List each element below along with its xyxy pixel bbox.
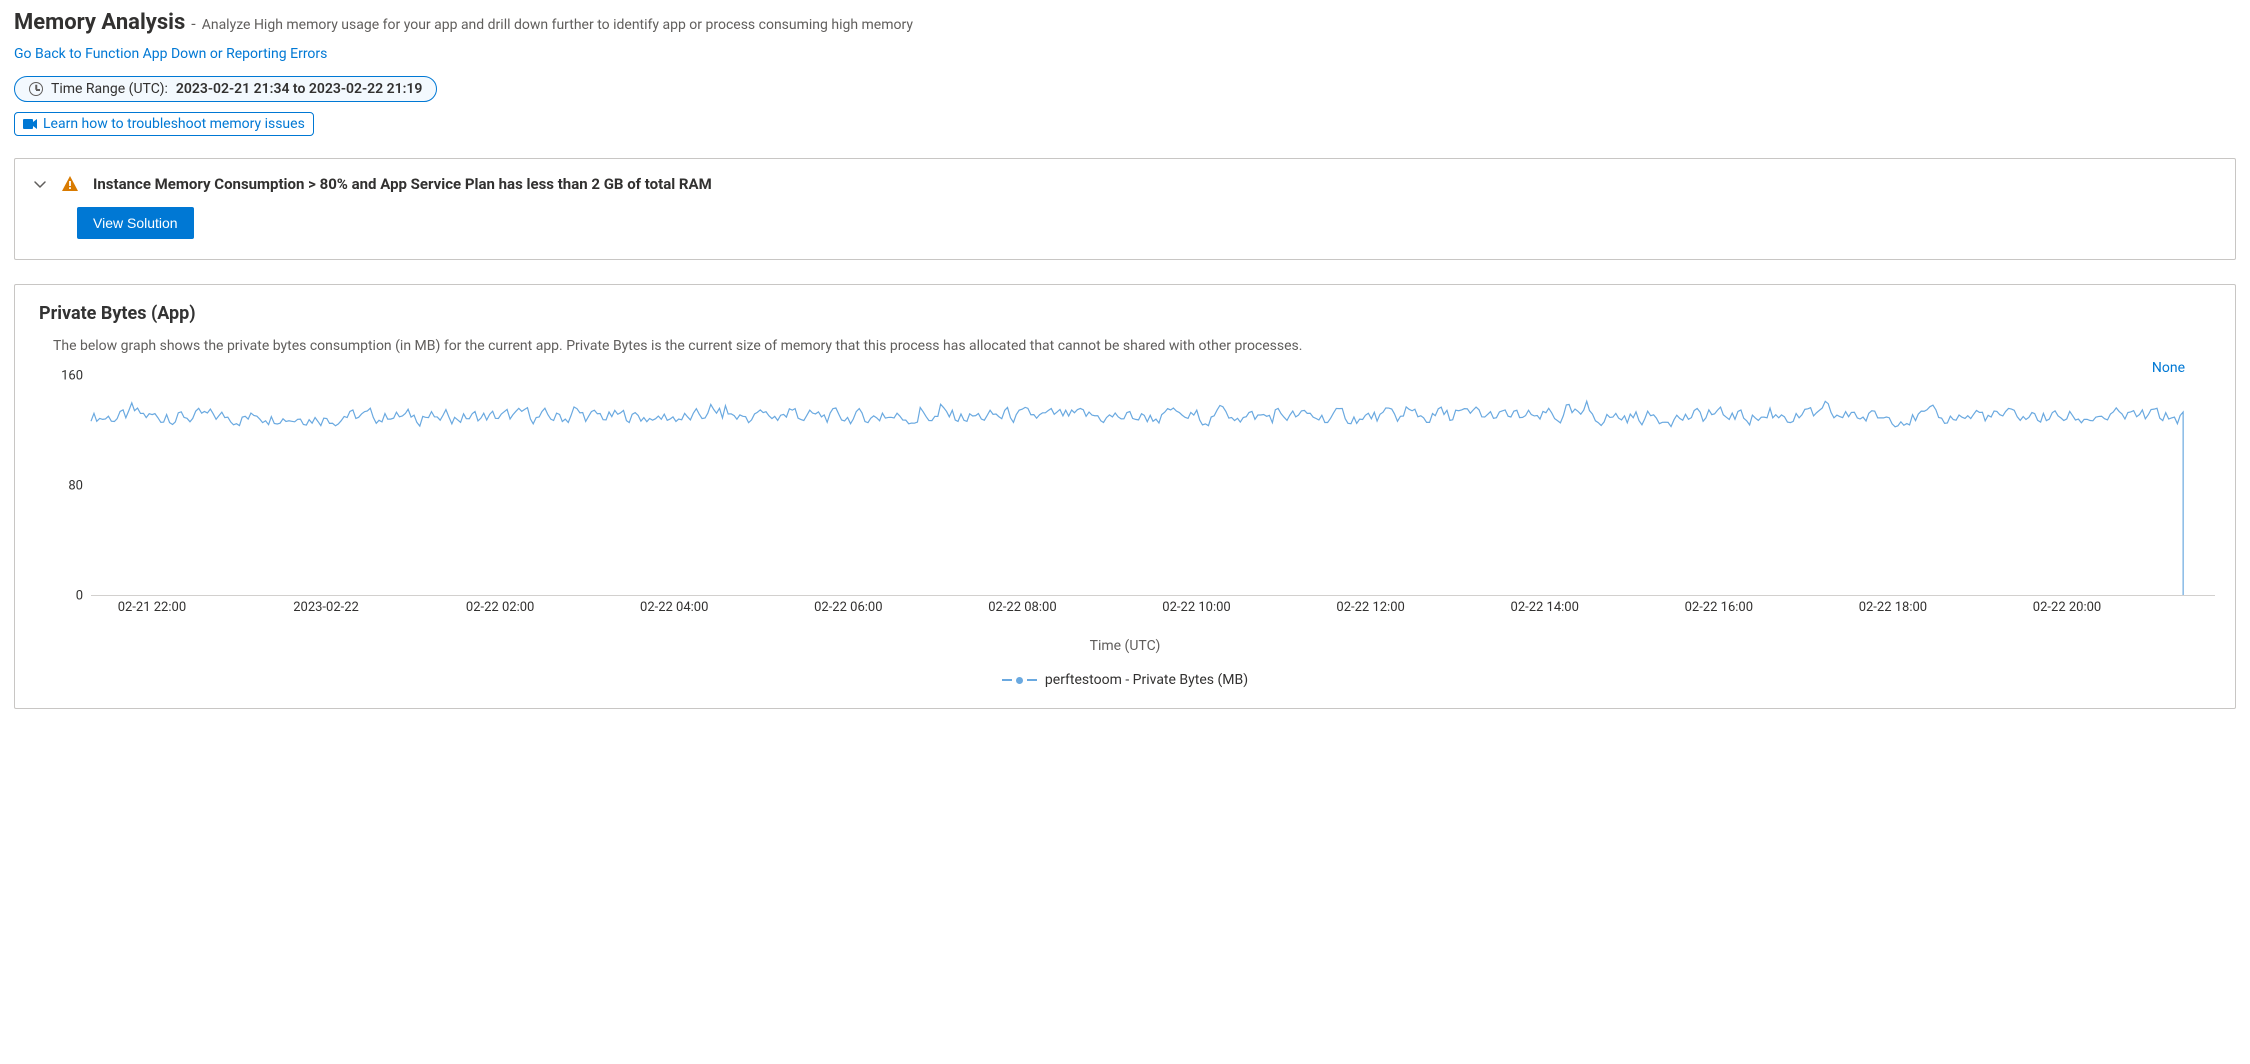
y-tick: 160 (61, 369, 83, 384)
page-header: Memory Analysis - Analyze High memory us… (14, 10, 2236, 35)
video-icon (23, 118, 37, 130)
x-tick: 02-22 08:00 (988, 600, 1056, 615)
chevron-down-icon[interactable] (33, 177, 47, 191)
alert-text: Instance Memory Consumption > 80% and Ap… (93, 175, 712, 193)
learn-link-label: Learn how to troubleshoot memory issues (43, 116, 305, 132)
x-tick: 02-22 10:00 (1162, 600, 1230, 615)
x-tick: 02-21 22:00 (118, 600, 186, 615)
x-tick: 2023-02-22 (293, 600, 359, 615)
chart-series-line (91, 401, 2183, 595)
x-tick: 02-22 18:00 (1859, 600, 1927, 615)
time-range-value: 2023-02-21 21:34 to 2023-02-22 21:19 (176, 81, 423, 97)
x-tick: 02-22 02:00 (466, 600, 534, 615)
chart-legend-label: perftestoom - Private Bytes (MB) (1045, 672, 1248, 688)
title-separator: - (191, 14, 195, 33)
x-tick: 02-22 14:00 (1511, 600, 1579, 615)
x-tick: 02-22 20:00 (2033, 600, 2101, 615)
view-solution-button[interactable]: View Solution (77, 207, 194, 239)
y-tick: 80 (68, 479, 83, 494)
chart-plot: 080160 (35, 376, 2215, 596)
x-tick: 02-22 06:00 (814, 600, 882, 615)
chart-x-axis: 02-21 22:00 2023-02-22 02-22 02:00 02-22 04… (91, 596, 2215, 636)
chart-title: Private Bytes (App) (39, 303, 2215, 324)
back-link[interactable]: Go Back to Function App Down or Reportin… (14, 46, 327, 62)
legend-marker-icon (1002, 677, 1037, 684)
time-range-selector[interactable]: Time Range (UTC): 2023-02-21 21:34 to 20… (14, 76, 437, 102)
chart-y-axis: 080160 (35, 376, 91, 596)
chart-panel: Private Bytes (App) The below graph show… (14, 284, 2236, 709)
page-subtitle: Analyze High memory usage for your app a… (202, 17, 913, 33)
time-range-label: Time Range (UTC): (51, 81, 168, 97)
x-tick: 02-22 12:00 (1336, 600, 1404, 615)
learn-link[interactable]: Learn how to troubleshoot memory issues (14, 112, 314, 136)
chart-plot-area[interactable] (91, 376, 2215, 596)
chart-legend[interactable]: perftestoom - Private Bytes (MB) (35, 672, 2215, 688)
warning-icon (61, 175, 79, 193)
y-tick: 0 (76, 589, 83, 604)
x-tick: 02-22 04:00 (640, 600, 708, 615)
clock-icon (29, 82, 43, 96)
page-title: Memory Analysis (14, 10, 185, 35)
alert-panel: Instance Memory Consumption > 80% and Ap… (14, 158, 2236, 260)
chart-description: The below graph shows the private bytes … (53, 338, 2215, 354)
chart-series-toggle[interactable]: None (2152, 360, 2185, 376)
chart-x-label: Time (UTC) (35, 638, 2215, 654)
x-tick: 02-22 16:00 (1685, 600, 1753, 615)
